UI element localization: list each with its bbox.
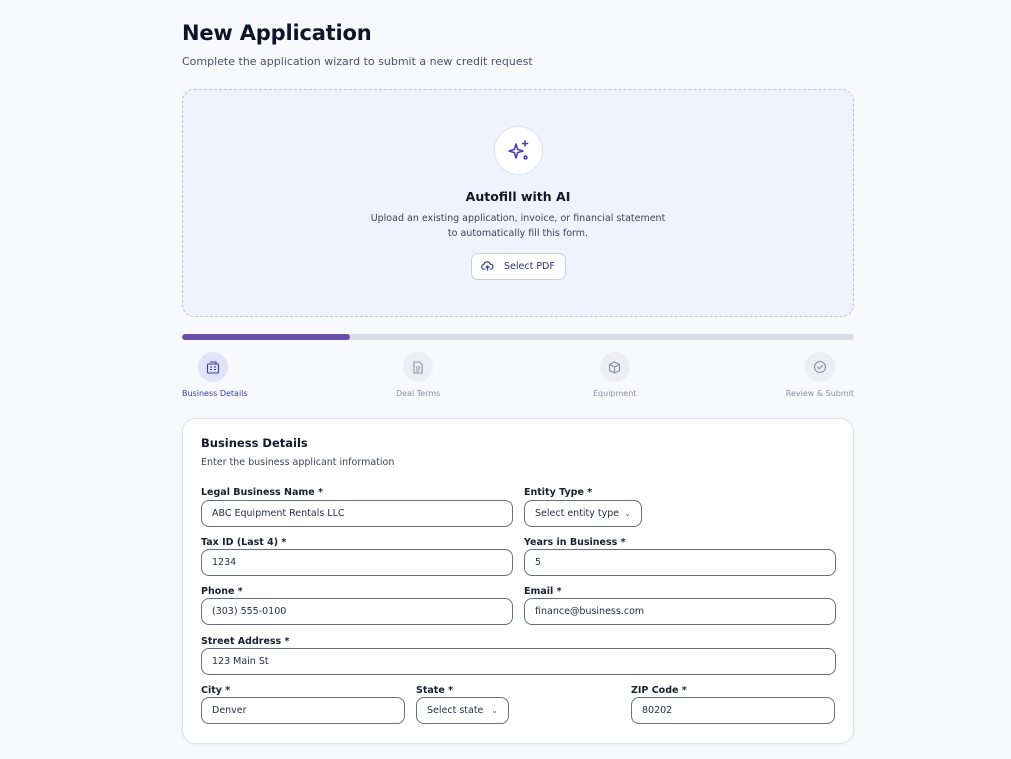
entity-type-select[interactable]: Select entity type ⌄ [524, 500, 642, 527]
card-title: Business Details [201, 436, 308, 450]
street-input[interactable]: 123 Main St [201, 648, 836, 675]
legal-name-input[interactable]: ABC Equipment Rentals LLC [201, 500, 513, 527]
city-input[interactable]: Denver [201, 697, 405, 724]
years-label: Years in Business * [524, 537, 626, 548]
autofill-title: Autofill with AI [465, 189, 571, 204]
page-subtitle: Complete the application wizard to submi… [182, 55, 533, 68]
chevron-down-icon: ⌄ [624, 509, 631, 518]
step-deal-terms[interactable]: Deal Terms [396, 352, 440, 398]
tax-id-input[interactable]: 1234 [201, 549, 513, 576]
step-label: Business Details [182, 389, 248, 398]
tax-id-label: Tax ID (Last 4) * [201, 537, 287, 548]
business-details-card: Business Details Enter the business appl… [182, 418, 854, 744]
wizard-progress-fill [182, 334, 350, 340]
state-label: State * [416, 685, 454, 696]
check-circle-icon [805, 352, 835, 382]
document-icon [403, 352, 434, 382]
state-select[interactable]: Select state ⌄ [416, 697, 509, 724]
select-pdf-button[interactable]: Select PDF [471, 253, 566, 280]
package-icon [599, 352, 630, 382]
phone-input[interactable]: (303) 555-0100 [201, 598, 513, 625]
sparkles-icon [494, 126, 543, 175]
select-pdf-label: Select PDF [504, 261, 555, 272]
autofill-description-line-2: to automatically fill this form. [447, 228, 589, 239]
legal-name-label: Legal Business Name * [201, 487, 323, 498]
state-value: Select state [427, 705, 484, 716]
zip-input[interactable]: 80202 [631, 697, 835, 724]
zip-label: ZIP Code * [631, 685, 687, 696]
page-title: New Application [182, 21, 372, 45]
street-label: Street Address * [201, 636, 290, 647]
step-business-details[interactable]: Business Details [182, 352, 248, 398]
entity-type-label: Entity Type * [524, 487, 593, 498]
building-icon [198, 352, 228, 382]
autofill-dropzone[interactable]: Autofill with AI Upload an existing appl… [182, 89, 854, 317]
phone-label: Phone * [201, 586, 243, 597]
autofill-description-line-1: Upload an existing application, invoice,… [370, 213, 666, 224]
city-label: City * [201, 685, 231, 696]
step-label: Deal Terms [396, 389, 441, 398]
step-label: Equipment [593, 389, 637, 398]
autofill-description: Upload an existing application, invoice,… [183, 211, 853, 241]
step-equipment[interactable]: Equipment [593, 352, 636, 398]
step-label: Review & Submit [785, 389, 854, 398]
email-label: Email * [524, 586, 562, 597]
new-application-page: New Application Complete the application… [0, 0, 1011, 759]
entity-type-value: Select entity type [535, 508, 620, 519]
card-description: Enter the business applicant information [201, 457, 395, 468]
cloud-upload-icon [481, 260, 494, 274]
years-input[interactable]: 5 [524, 549, 836, 576]
wizard-progress-bar [182, 334, 854, 340]
email-input[interactable]: finance@business.com [524, 598, 836, 625]
step-review-submit[interactable]: Review & Submit [785, 352, 854, 398]
chevron-down-icon: ⌄ [491, 706, 498, 715]
